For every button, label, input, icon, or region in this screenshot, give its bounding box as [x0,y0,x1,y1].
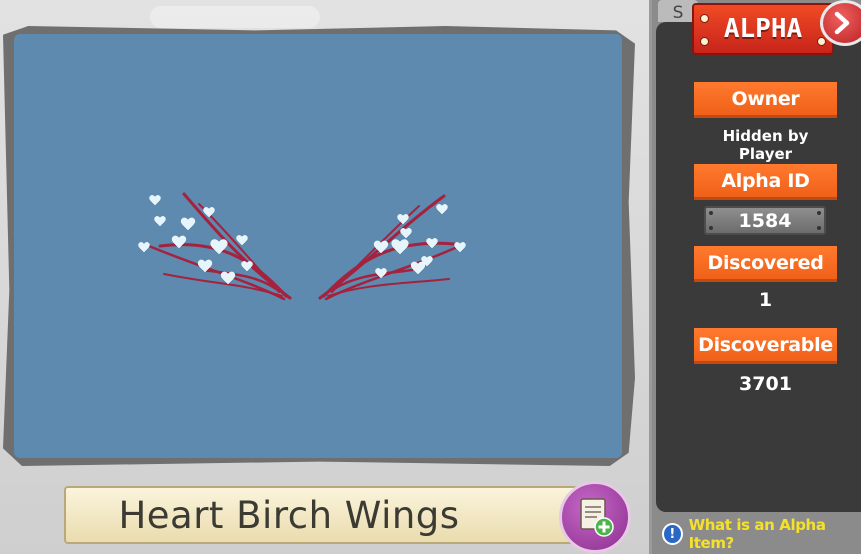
close-button[interactable] [820,0,861,46]
discoverable-value: 3701 [739,373,792,395]
alpha-badge: ALPHA [692,3,834,55]
rivet [700,37,709,46]
item-name: Heart Birch Wings [118,493,460,537]
owner-label: Owner [694,82,837,118]
heart-birch-wings-image [138,192,466,301]
add-to-list-icon [580,498,614,537]
alpha-id-plate: 1584 [704,206,826,235]
info-icon: ! [662,523,683,545]
owner-value: Hidden by Player [722,127,809,163]
add-to-list-button[interactable] [559,481,631,553]
rivet [700,14,709,23]
what-is-alpha-item-link[interactable]: ! What is an Alpha Item? [662,516,861,552]
discovered-value: 1 [758,289,773,311]
rivet [817,37,826,46]
alpha-id-label: Alpha ID [694,164,837,200]
item-preview-area [14,34,622,458]
item-name-banner: Heart Birch Wings [64,486,584,544]
discoverable-label: Discoverable [694,328,837,364]
close-chevron-icon [834,11,850,35]
help-link-text: What is an Alpha Item? [688,516,826,552]
background-ghost-bar [150,6,320,28]
alpha-title: ALPHA [723,14,803,44]
discovered-label: Discovered [694,246,837,282]
alpha-id-value: 1584 [738,209,792,232]
